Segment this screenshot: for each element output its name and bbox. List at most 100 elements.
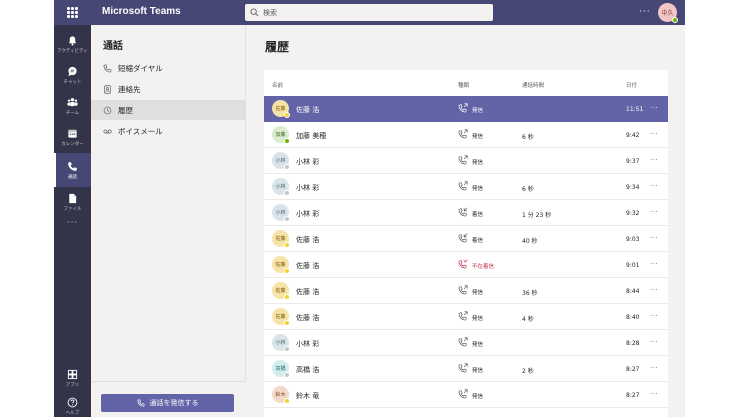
nav-item-voicemail[interactable]: ボイスメール bbox=[91, 121, 246, 141]
row-more-options-button[interactable]: ··· bbox=[650, 208, 658, 216]
rail-item-files[interactable]: ファイル bbox=[54, 185, 91, 219]
table-row[interactable]: 佐藤 佐藤 浩 着信 40 秒 9:03 ··· bbox=[264, 226, 668, 252]
column-header-type[interactable]: 種類 bbox=[458, 81, 469, 89]
column-header-name[interactable]: 名前 bbox=[272, 81, 283, 89]
contact-name: 佐藤 浩 bbox=[296, 236, 320, 244]
row-more-options-button[interactable]: ··· bbox=[650, 312, 658, 320]
row-more-options-button[interactable]: ··· bbox=[650, 338, 658, 346]
rail-item-calendar[interactable]: カレンダー bbox=[54, 120, 91, 154]
table-row[interactable]: 佐藤 佐藤 浩 不在着信 9:01 ··· bbox=[264, 252, 668, 278]
nav-item-history[interactable]: 履歴 bbox=[91, 100, 246, 120]
chat-icon bbox=[68, 66, 77, 76]
table-row[interactable]: 佐藤 佐藤 浩 発信 36 秒 8:44 ··· bbox=[264, 278, 668, 304]
row-more-options-button[interactable]: ··· bbox=[650, 286, 658, 294]
more-apps-button[interactable]: ··· bbox=[54, 218, 91, 228]
phone-icon bbox=[68, 161, 77, 171]
table-row[interactable]: 佐藤 佐藤 浩 発信 4 秒 8:40 ··· bbox=[264, 304, 668, 330]
profile-initials: 中久 bbox=[661, 10, 674, 17]
file-icon bbox=[69, 193, 77, 203]
table-row[interactable]: 小林 小林 彩 着信 1 分 23 秒 9:32 ··· bbox=[264, 200, 668, 226]
call-time: 9:42 bbox=[626, 132, 640, 139]
presence-status-icon bbox=[284, 112, 290, 118]
row-more-options-button[interactable]: ··· bbox=[650, 130, 658, 138]
contact-avatar[interactable]: 小林 bbox=[272, 334, 290, 352]
voicemail-icon bbox=[103, 129, 112, 133]
pane-footer: 通話を発信する bbox=[91, 381, 246, 417]
rail-label: ヘルプ bbox=[65, 410, 80, 416]
contact-avatar[interactable]: 佐藤 bbox=[272, 308, 290, 326]
call-history-table: 名前 種類 通話時間 日付 佐藤 佐藤 浩発信 11:51 ··· 加藤 加藤 美穂 発信 6… bbox=[264, 70, 668, 417]
table-row[interactable]: 加藤 加藤 美穂 発信 6 秒 9:42 ··· bbox=[264, 122, 668, 148]
contact-avatar[interactable]: 鈴木 bbox=[272, 386, 290, 404]
nav-item-label: 連絡先 bbox=[118, 84, 141, 94]
contact-avatar[interactable]: 加藤 bbox=[272, 126, 290, 144]
row-more-options-button[interactable]: ··· bbox=[650, 260, 658, 268]
contact-avatar[interactable]: 小林 bbox=[272, 152, 290, 170]
incoming-call-icon bbox=[458, 207, 468, 217]
presence-status-icon bbox=[284, 320, 290, 326]
row-more-options-button[interactable]: ··· bbox=[650, 390, 658, 398]
presence-status-icon bbox=[284, 138, 290, 144]
presence-status-icon bbox=[284, 268, 290, 274]
table-row[interactable]: 佐藤 佐藤 浩 発信 11:51 ··· bbox=[264, 96, 668, 122]
column-header-time[interactable]: 日付 bbox=[626, 81, 637, 89]
table-row[interactable]: 小林 小林 彩 発信 9:37 ··· bbox=[264, 148, 668, 174]
contacts-icon bbox=[104, 84, 111, 94]
table-row[interactable]: 小林 小林 彩 発信 8:28 ··· bbox=[264, 330, 668, 356]
table-row[interactable]: 小林 小林 彩 発信 6 秒 9:34 ··· bbox=[264, 174, 668, 200]
contact-avatar[interactable]: 佐藤 bbox=[272, 282, 290, 300]
presence-status-icon bbox=[672, 17, 678, 23]
rail-label: アクティビティ bbox=[57, 48, 88, 54]
call-time: 9:37 bbox=[626, 158, 640, 165]
contact-name: 小林 彩 bbox=[296, 184, 320, 192]
profile-avatar[interactable]: 中久 bbox=[658, 3, 678, 23]
presence-status-icon bbox=[284, 216, 290, 222]
nav-item-contacts[interactable]: 連絡先 bbox=[91, 79, 246, 99]
rail-label: カレンダー bbox=[61, 141, 84, 147]
call-duration: 6 秒 bbox=[522, 186, 534, 193]
outgoing-call-icon bbox=[458, 155, 468, 165]
row-more-options-button[interactable]: ··· bbox=[650, 182, 658, 190]
rail-item-calls[interactable]: 通話 bbox=[54, 153, 91, 187]
incoming-call-icon bbox=[458, 233, 468, 243]
call-type: 着信 bbox=[472, 238, 484, 244]
app-launcher-button[interactable] bbox=[54, 0, 91, 25]
row-more-options-button[interactable]: ··· bbox=[650, 234, 658, 242]
contact-name: 佐藤 浩 bbox=[296, 314, 320, 322]
nav-item-speed-dial[interactable]: 短縮ダイヤル bbox=[91, 58, 246, 78]
row-more-options-button[interactable]: ··· bbox=[650, 156, 658, 164]
rail-item-teams[interactable]: チーム bbox=[54, 89, 91, 123]
contact-avatar[interactable]: 高橋 bbox=[272, 360, 290, 378]
call-time: 8:44 bbox=[626, 288, 640, 295]
table-row[interactable]: 鈴木 鈴木 竜 発信 8:27 ··· bbox=[264, 382, 668, 408]
rail-item-activity[interactable]: アクティビティ bbox=[54, 27, 91, 61]
search-box[interactable]: 検索 bbox=[245, 4, 493, 21]
call-type: 発信 bbox=[472, 290, 484, 296]
more-options-button[interactable]: ··· bbox=[639, 7, 651, 17]
contact-avatar[interactable]: 佐藤 bbox=[272, 100, 290, 118]
table-header: 名前 種類 通話時間 日付 bbox=[264, 70, 668, 96]
call-time: 9:03 bbox=[626, 236, 640, 243]
teams-icon bbox=[67, 97, 78, 106]
avatar-initials: 高橋 bbox=[275, 366, 286, 372]
call-time: 11:51 bbox=[626, 106, 644, 113]
nav-item-label: 短縮ダイヤル bbox=[118, 63, 163, 73]
table-row[interactable]: 高橋 高橋 浩 発信 2 秒 8:27 ··· bbox=[264, 356, 668, 382]
contact-avatar[interactable]: 小林 bbox=[272, 178, 290, 196]
rail-item-chat[interactable]: チャット bbox=[54, 58, 91, 92]
contact-avatar[interactable]: 佐藤 bbox=[272, 230, 290, 248]
presence-status-icon bbox=[284, 372, 290, 378]
contact-avatar[interactable]: 佐藤 bbox=[272, 256, 290, 274]
presence-status-icon bbox=[284, 164, 290, 170]
rail-item-help[interactable]: ヘルプ bbox=[54, 389, 91, 417]
contact-name: 佐藤 浩 bbox=[296, 106, 320, 114]
row-more-options-button[interactable]: ··· bbox=[650, 364, 658, 372]
app-bar: アクティビティ チャット チーム カレンダー 通話 ファイル ··· アプリ ヘ… bbox=[54, 25, 91, 417]
call-type: 発信 bbox=[472, 186, 484, 192]
avatar-initials: 小林 bbox=[275, 210, 286, 216]
row-more-options-button[interactable]: ··· bbox=[650, 104, 658, 112]
make-call-button[interactable]: 通話を発信する bbox=[101, 394, 234, 412]
contact-avatar[interactable]: 小林 bbox=[272, 204, 290, 222]
contact-name: 小林 彩 bbox=[296, 210, 320, 218]
column-header-duration[interactable]: 通話時間 bbox=[522, 81, 544, 89]
